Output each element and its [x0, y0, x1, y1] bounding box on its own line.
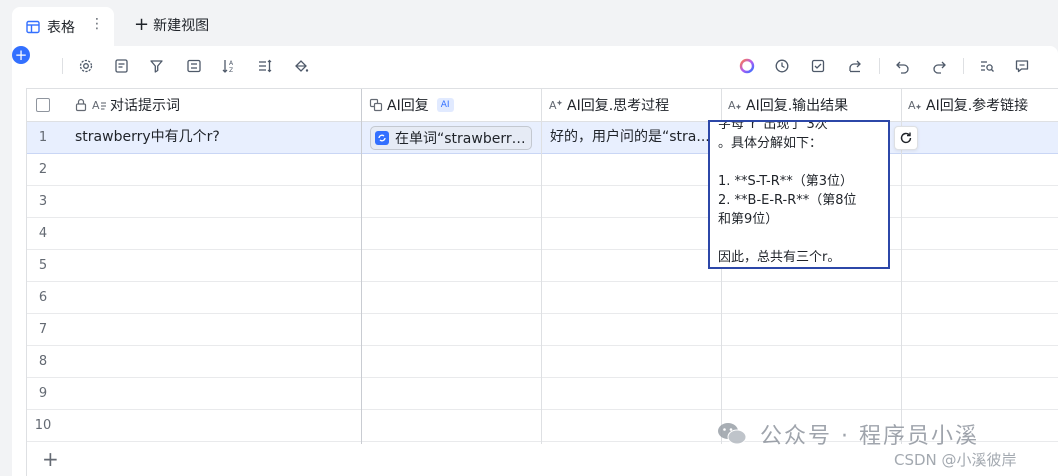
svg-text:A: A [728, 99, 736, 112]
column-header-prompt[interactable]: A 对话提示词 [74, 89, 354, 122]
watermark-text: 公众号 · 程序员小溪 [760, 424, 979, 449]
column-label: AI回复.输出结果 [746, 98, 849, 114]
output-line: 字母“r”出现了 3次 [718, 120, 828, 132]
undo-icon[interactable] [893, 56, 913, 76]
lock-icon [74, 98, 88, 112]
tab-table-view[interactable]: 表格 ⋮ [12, 7, 114, 46]
text-field-icon: A [92, 98, 106, 112]
add-record-button[interactable]: + [12, 46, 30, 64]
filter-icon[interactable] [147, 56, 167, 76]
sort-icon[interactable]: AZ [219, 56, 239, 76]
group-icon[interactable] [184, 56, 204, 76]
row-number: 1 [38, 130, 48, 145]
toolbar-divider [879, 58, 880, 74]
add-row-button[interactable]: + [42, 447, 59, 471]
ai-text-icon: A [549, 98, 563, 112]
column-header-output[interactable]: A AI回复.输出结果 [728, 89, 898, 122]
redo-icon[interactable] [929, 56, 949, 76]
watermark: 公众号 · 程序员小溪 [716, 418, 979, 450]
table-row[interactable]: 3 [27, 186, 1058, 218]
ai-reply-chip[interactable]: 在单词“strawberry... [370, 126, 532, 150]
svg-text:A: A [908, 99, 916, 112]
row-number: 9 [38, 386, 48, 401]
ai-text-icon: A [728, 98, 742, 112]
column-label: AI回复.思考过程 [567, 98, 670, 114]
search-icon[interactable] [977, 56, 997, 76]
table-row[interactable]: 9 [27, 378, 1058, 410]
row-number: 2 [38, 162, 48, 177]
new-view-label: 新建视图 [153, 18, 210, 34]
form-icon[interactable] [808, 56, 828, 76]
toolbar-divider [963, 58, 964, 74]
lookup-icon [369, 98, 383, 112]
refresh-icon [899, 131, 913, 145]
thinking-cell[interactable]: 好的，用户问的是“stra... [550, 122, 720, 153]
svg-text:A: A [92, 99, 100, 112]
prompt-cell[interactable]: strawberry中有几个r? [75, 122, 355, 153]
table-row[interactable]: 2 [27, 154, 1058, 186]
settings-icon[interactable] [76, 56, 96, 76]
field-icon[interactable] [112, 56, 132, 76]
ai-reply-text: 在单词“strawberry... [395, 131, 531, 147]
column-header-ai-reply[interactable]: AI回复 AI [369, 89, 539, 122]
svg-text:A: A [229, 60, 234, 67]
svg-text:Z: Z [229, 67, 233, 74]
ai-orb-icon[interactable] [737, 56, 757, 76]
svg-text:A: A [549, 99, 557, 112]
ai-text-icon: A [908, 98, 922, 112]
view-tab-bar: 表格 ⋮ + 新建视图 [0, 0, 1058, 46]
row-number: 4 [38, 226, 48, 241]
output-cell-expanded[interactable]: 字母“r”出现了 3次 。具体分解如下： 1. **S-T-R**（第3位） 2… [708, 120, 890, 269]
table-row[interactable]: 6 [27, 282, 1058, 314]
row-number: 7 [38, 322, 48, 337]
output-line: 因此，总共有三个r。 [718, 250, 841, 265]
frozen-column-divider [361, 89, 362, 444]
column-label: AI回复 [387, 98, 429, 114]
table-row[interactable]: 4 [27, 218, 1058, 250]
column-divider [541, 89, 542, 444]
row-number: 6 [38, 290, 48, 305]
watermark-sub: CSDN @小溪彼岸 [894, 451, 1017, 469]
ai-badge: AI [436, 98, 454, 112]
new-view-button[interactable]: + 新建视图 [134, 15, 209, 35]
toolbar: + AZ [12, 46, 1058, 86]
output-line: 1. **S-T-R**（第3位） [718, 174, 854, 189]
plus-icon: + [134, 14, 150, 35]
tab-more-icon[interactable]: ⋮ [90, 16, 104, 32]
history-icon[interactable] [772, 56, 792, 76]
table-row[interactable]: 8 [27, 346, 1058, 378]
fill-color-icon[interactable] [291, 56, 311, 76]
wechat-icon [716, 421, 748, 447]
table-icon [26, 20, 40, 34]
row-number: 8 [38, 354, 48, 369]
refresh-button[interactable] [894, 126, 918, 150]
row-number: 3 [38, 194, 48, 209]
table-panel: + AZ A 对话提示词 AI回复 AI A AI回复.思考过程 A AI回复.… [12, 46, 1058, 476]
output-line: 和第9位） [718, 212, 779, 227]
ai-link-icon [375, 131, 389, 145]
row-number: 10 [34, 418, 52, 433]
table-row[interactable]: 5 [27, 250, 1058, 282]
column-header-links[interactable]: A AI回复.参考链接 [908, 89, 1058, 122]
select-all-checkbox[interactable] [27, 89, 59, 122]
output-line: 。具体分解如下： [718, 136, 823, 151]
column-header-thinking[interactable]: A AI回复.思考过程 [549, 89, 719, 122]
share-icon[interactable] [845, 56, 865, 76]
column-label: AI回复.参考链接 [926, 98, 1029, 114]
comment-icon[interactable] [1012, 56, 1032, 76]
tab-label: 表格 [47, 19, 75, 36]
row-number: 5 [38, 258, 48, 273]
toolbar-divider [62, 58, 63, 74]
column-label: 对话提示词 [110, 98, 180, 114]
output-line: 2. **B-E-R-R**（第8位 [718, 193, 857, 208]
table-row[interactable]: 7 [27, 314, 1058, 346]
row-height-icon[interactable] [255, 56, 275, 76]
